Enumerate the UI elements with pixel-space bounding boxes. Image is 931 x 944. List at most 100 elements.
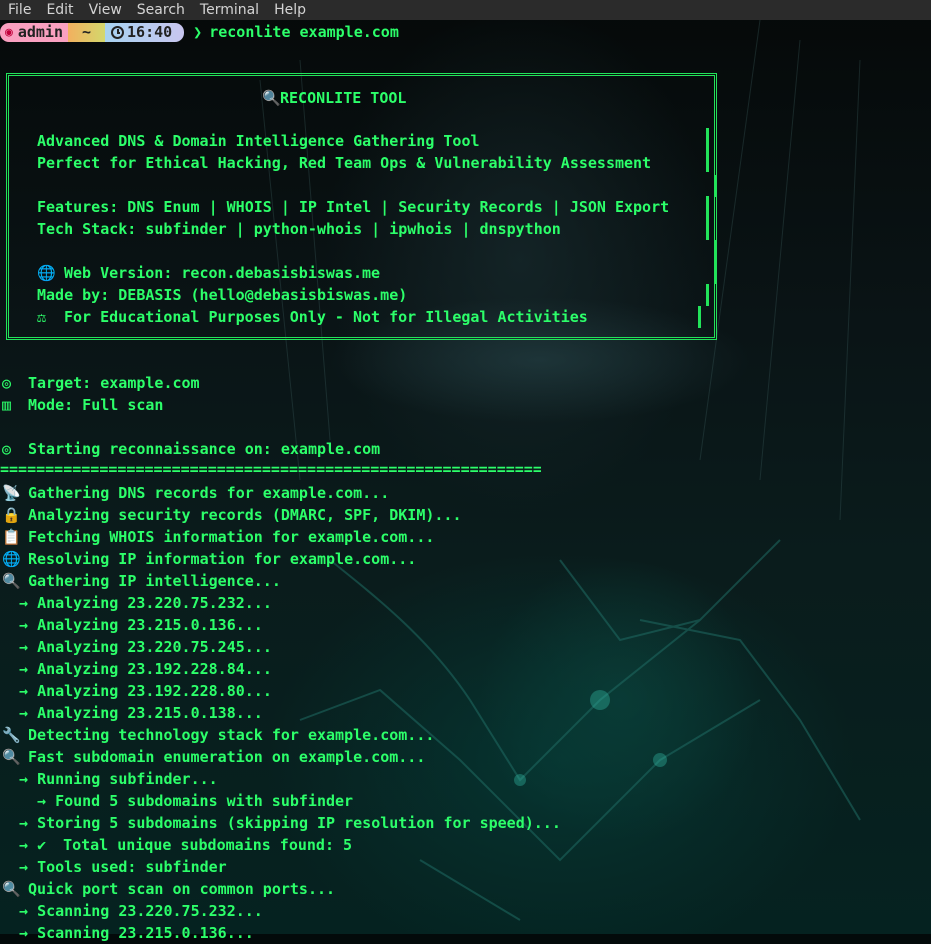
prompt-arrow: ❯	[193, 23, 203, 41]
banner-disclaimer: ⚖ For Educational Purposes Only - Not for…	[37, 306, 588, 328]
banner-border-fragment	[706, 128, 709, 172]
banner-made-by: Made by: DEBASIS (hello@debasisbiswas.me…	[37, 286, 408, 304]
menu-edit[interactable]: Edit	[46, 2, 73, 18]
analyze-item: → Analyzing 23.220.75.245...	[19, 636, 272, 658]
analyze-item: → Analyzing 23.215.0.138...	[19, 702, 263, 724]
arrow-icon: →	[19, 594, 29, 612]
step-security-text: Analyzing security records (DMARC, SPF, …	[28, 506, 462, 524]
banner-desc1: Advanced DNS & Domain Intelligence Gathe…	[37, 132, 480, 150]
analyze-text: Analyzing 23.192.228.80...	[37, 682, 272, 700]
target-text: Target: example.com	[28, 374, 200, 392]
banner-title: 🔍RECONLITE TOOL	[262, 87, 406, 109]
analyze-item: → Analyzing 23.215.0.136...	[19, 614, 263, 636]
scanning-item: → Scanning 23.220.75.232...	[19, 900, 263, 922]
scales-icon: ⚖	[37, 308, 47, 326]
banner-web-version: 🌐 Web Version: recon.debasisbiswas.me	[37, 262, 380, 284]
prompt-dir-segment: ~	[67, 22, 106, 42]
mode-text: Mode: Full scan	[28, 396, 164, 414]
banner-features: Features: DNS Enum | WHOIS | IP Intel | …	[37, 198, 670, 216]
step-dns-text: Gathering DNS records for example.com...	[28, 484, 390, 502]
step-ip-intel-text: Gathering IP intelligence...	[28, 572, 281, 590]
arrow-icon: →	[19, 616, 29, 634]
arrow-icon: →	[19, 660, 29, 678]
banner-border-fragment	[714, 175, 717, 197]
step-subdomain-text: Fast subdomain enumeration on example.co…	[28, 748, 426, 766]
step-portscan: 🔍 Quick port scan on common ports...	[2, 878, 335, 900]
arrow-icon: →	[19, 770, 29, 788]
arrow-icon: →	[19, 836, 29, 854]
satellite-icon: 📡	[2, 484, 21, 502]
magnifier-icon: 🔍	[2, 880, 21, 898]
running-text: Running subfinder...	[37, 770, 218, 788]
analyze-text: Analyzing 23.192.228.84...	[37, 660, 272, 678]
banner-web-text: Web Version: recon.debasisbiswas.me	[64, 264, 381, 282]
analyze-text: Analyzing 23.220.75.232...	[37, 594, 272, 612]
step-whois: 📋 Fetching WHOIS information for example.…	[2, 526, 434, 548]
menu-file[interactable]: File	[8, 2, 31, 18]
analyze-item: → Analyzing 23.220.75.232...	[19, 592, 272, 614]
wrench-icon: 🔧	[2, 726, 21, 744]
banner-desc2: Perfect for Ethical Hacking, Red Team Op…	[37, 154, 652, 172]
prompt-time: 16:40	[127, 22, 173, 41]
scanning-item: → Scanning 23.215.0.136...	[19, 922, 254, 944]
total-text: Total unique subdomains found: 5	[63, 836, 353, 854]
tools-text: Tools used: subfinder	[37, 858, 227, 876]
banner-border-fragment	[698, 306, 701, 328]
menu-help[interactable]: Help	[274, 2, 306, 18]
step-dns: 📡 Gathering DNS records for example.com..…	[2, 482, 389, 504]
step-whois-text: Fetching WHOIS information for example.c…	[28, 528, 435, 546]
step-security: 🔒 Analyzing security records (DMARC, SPF,…	[2, 504, 461, 526]
magnifier-icon: 🔍	[262, 89, 281, 107]
arrow-icon: →	[19, 704, 29, 722]
arrow-icon: →	[19, 682, 29, 700]
prompt-user-segment: ◉ admin	[0, 22, 68, 42]
lock-icon: 🔒	[2, 506, 21, 524]
banner-title-text: RECONLITE TOOL	[280, 89, 407, 107]
prompt-dir: ~	[81, 22, 92, 41]
step-ip-resolve-text: Resolving IP information for example.com…	[28, 550, 417, 568]
debian-logo-icon: ◉	[5, 24, 13, 40]
analyze-text: Analyzing 23.215.0.138...	[37, 704, 263, 722]
checkmark-icon: ✔	[37, 836, 47, 854]
prompt-user: admin	[17, 22, 63, 41]
globe-icon: 🌐	[37, 264, 56, 282]
menu-bar: File Edit View Search Terminal Help	[0, 0, 931, 20]
magnifier-icon: 🔍	[2, 748, 21, 766]
found-text: Found 5 subdomains with subfinder	[55, 792, 354, 810]
analyze-text: Analyzing 23.220.75.245...	[37, 638, 272, 656]
menu-search[interactable]: Search	[137, 2, 185, 18]
magnifier-icon: 🔍	[2, 572, 21, 590]
banner-border-fragment	[706, 196, 709, 240]
running-line: → Running subfinder...	[19, 768, 218, 790]
analyze-item: → Analyzing 23.192.228.80...	[19, 680, 272, 702]
chart-icon: ▥	[2, 396, 12, 414]
scanning-text: Scanning 23.220.75.232...	[37, 902, 263, 920]
step-tech-detect-text: Detecting technology stack for example.c…	[28, 726, 435, 744]
step-ip-resolve: 🌐 Resolving IP information for example.co…	[2, 548, 416, 570]
step-ip-intel: 🔍 Gathering IP intelligence...	[2, 570, 281, 592]
menu-terminal[interactable]: Terminal	[200, 2, 259, 18]
step-tech-detect: 🔧 Detecting technology stack for example.…	[2, 724, 434, 746]
total-line: → ✔ Total unique subdomains found: 5	[19, 834, 352, 856]
scanning-text: Scanning 23.215.0.136...	[37, 924, 254, 942]
banner-tech-stack: Tech Stack: subfinder | python-whois | i…	[37, 220, 561, 238]
arrow-icon: →	[19, 902, 29, 920]
banner-border-fragment	[706, 284, 709, 306]
analyze-text: Analyzing 23.215.0.136...	[37, 616, 263, 634]
target-icon: ◎	[2, 440, 12, 458]
arrow-icon: →	[19, 638, 29, 656]
globe-icon: 🌐	[2, 550, 21, 568]
found-line: → Found 5 subdomains with subfinder	[37, 790, 353, 812]
step-portscan-text: Quick port scan on common ports...	[28, 880, 336, 898]
arrow-icon: →	[19, 858, 29, 876]
command-text[interactable]: reconlite example.com	[209, 23, 399, 41]
banner-border-fragment	[714, 240, 717, 284]
starting-line: ◎ Starting reconnaissance on: example.com	[2, 438, 380, 460]
separator-line: ========================================…	[0, 463, 541, 475]
target-icon: ◎	[2, 374, 12, 392]
analyze-item: → Analyzing 23.192.228.84...	[19, 658, 272, 680]
storing-line: → Storing 5 subdomains (skipping IP reso…	[19, 812, 561, 834]
tools-line: → Tools used: subfinder	[19, 856, 227, 878]
target-line: ◎ Target: example.com	[2, 372, 200, 394]
menu-view[interactable]: View	[89, 2, 122, 18]
